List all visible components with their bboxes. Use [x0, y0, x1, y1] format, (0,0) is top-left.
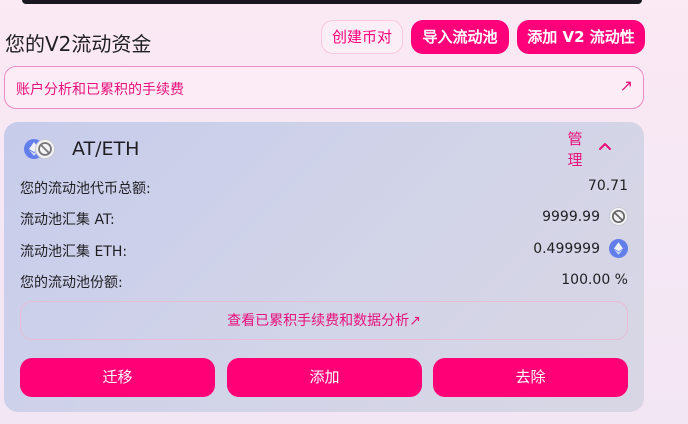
- at-token-icon: [609, 207, 628, 226]
- pooled-eth-label: 流动池汇集 ETH:: [20, 244, 128, 260]
- add-liquidity-button[interactable]: 添加: [227, 358, 422, 397]
- manage-button[interactable]: 管理: [564, 129, 586, 171]
- account-analytics-label: 账户分析和已累积的手续费: [16, 82, 184, 98]
- chevron-up-icon[interactable]: [597, 140, 613, 152]
- pool-share-value: 100.00 %: [561, 272, 628, 288]
- pooled-at-label: 流动池汇集 AT:: [20, 212, 115, 228]
- eth-token-icon: [609, 239, 628, 258]
- view-fees-analytics-link[interactable]: 查看已累积手续费和数据分析↗: [20, 301, 628, 340]
- page-title: 您的V2流动资金: [5, 32, 152, 56]
- account-analytics-link[interactable]: 账户分析和已累积的手续费 ↗: [4, 66, 644, 109]
- remove-liquidity-button[interactable]: 去除: [433, 358, 628, 397]
- external-link-icon: ↗: [619, 76, 633, 95]
- pool-share-label: 您的流动池份额:: [20, 275, 123, 291]
- pooled-at-value: 9999.99: [542, 209, 600, 225]
- top-bar: [22, 0, 642, 4]
- pair-name: AT/ETH: [72, 138, 140, 160]
- total-pool-tokens-label: 您的流动池代币总额:: [20, 181, 151, 197]
- import-pool-button[interactable]: 导入流动池: [411, 20, 509, 54]
- create-pair-button[interactable]: 创建币对: [321, 20, 403, 54]
- migrate-button[interactable]: 迁移: [20, 358, 215, 397]
- total-pool-tokens-value: 70.71: [587, 178, 628, 194]
- add-v2-liquidity-button[interactable]: 添加 V2 流动性: [517, 20, 645, 54]
- at-token-icon: [35, 139, 55, 159]
- pooled-eth-value: 0.499999: [533, 241, 600, 257]
- pair-token-icons: [24, 139, 56, 159]
